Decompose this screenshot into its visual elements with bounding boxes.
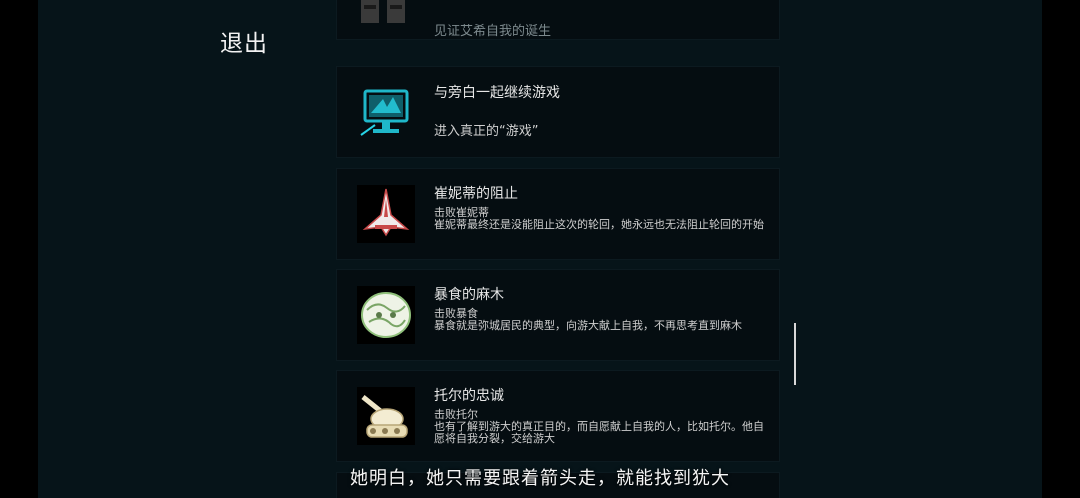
achievement-card[interactable]: 与旁白一起继续游戏 进入真正的“游戏”	[336, 66, 780, 158]
achievement-title: 暴食的麻木	[434, 287, 504, 303]
achievement-description: 暴食就是弥城居民的典型，向游大献上自我，不再思考直到麻木	[434, 319, 742, 332]
letterbox-right	[1042, 0, 1080, 498]
achievement-card[interactable]: 崔妮蒂的阻止 击败崔妮蒂 崔妮蒂最终还是没能阻止这次的轮回，她永远也无法阻止轮回…	[336, 168, 780, 260]
achievement-list[interactable]: 见证艾希自我的诞生 与旁白一起继续游戏 进入真正的“游戏” 崔妮蒂的阻止 击败崔…	[336, 0, 780, 498]
achievement-screen: 退出 见证艾希自我的诞生 与旁白一起继续游戏 进入真正的“游戏” 崔妮蒂的阻止 …	[0, 0, 1080, 498]
achievement-card[interactable]: 托尔的忠诚 击败托尔 也有了解到游大的真正目的，而自愿献上自我的人，比如托尔。他…	[336, 370, 780, 462]
shadow-figures-icon	[357, 0, 415, 29]
achievement-title: 托尔的忠诚	[434, 388, 504, 404]
dialogue-subtitle: 她明白，她只需要跟着箭头走，就能找到犹大	[350, 468, 730, 489]
achievement-card[interactable]: 见证艾希自我的诞生	[336, 0, 780, 40]
achievement-description: 崔妮蒂最终还是没能阻止这次的轮回，她永远也无法阻止轮回的开始	[434, 218, 764, 231]
achievement-card[interactable]: 暴食的麻木 击败暴食 暴食就是弥城居民的典型，向游大献上自我，不再思考直到麻木	[336, 269, 780, 361]
scrollbar-thumb[interactable]	[794, 323, 796, 385]
achievement-condition: 进入真正的“游戏”	[434, 124, 539, 139]
achievement-title: 崔妮蒂的阻止	[434, 186, 518, 202]
letterbox-left	[0, 0, 38, 498]
achievement-description: 也有了解到游大的真正目的，而自愿献上自我的人，比如托尔。他自愿将自我分裂，交给游…	[434, 420, 764, 445]
monitor-icon	[357, 83, 415, 141]
spaceship-icon	[357, 185, 415, 243]
tank-icon	[357, 387, 415, 445]
exit-button[interactable]: 退出	[220, 24, 268, 58]
achievement-condition: 见证艾希自我的诞生	[434, 24, 552, 39]
achievement-title: 与旁白一起继续游戏	[434, 85, 560, 101]
brain-creature-icon	[357, 286, 415, 344]
